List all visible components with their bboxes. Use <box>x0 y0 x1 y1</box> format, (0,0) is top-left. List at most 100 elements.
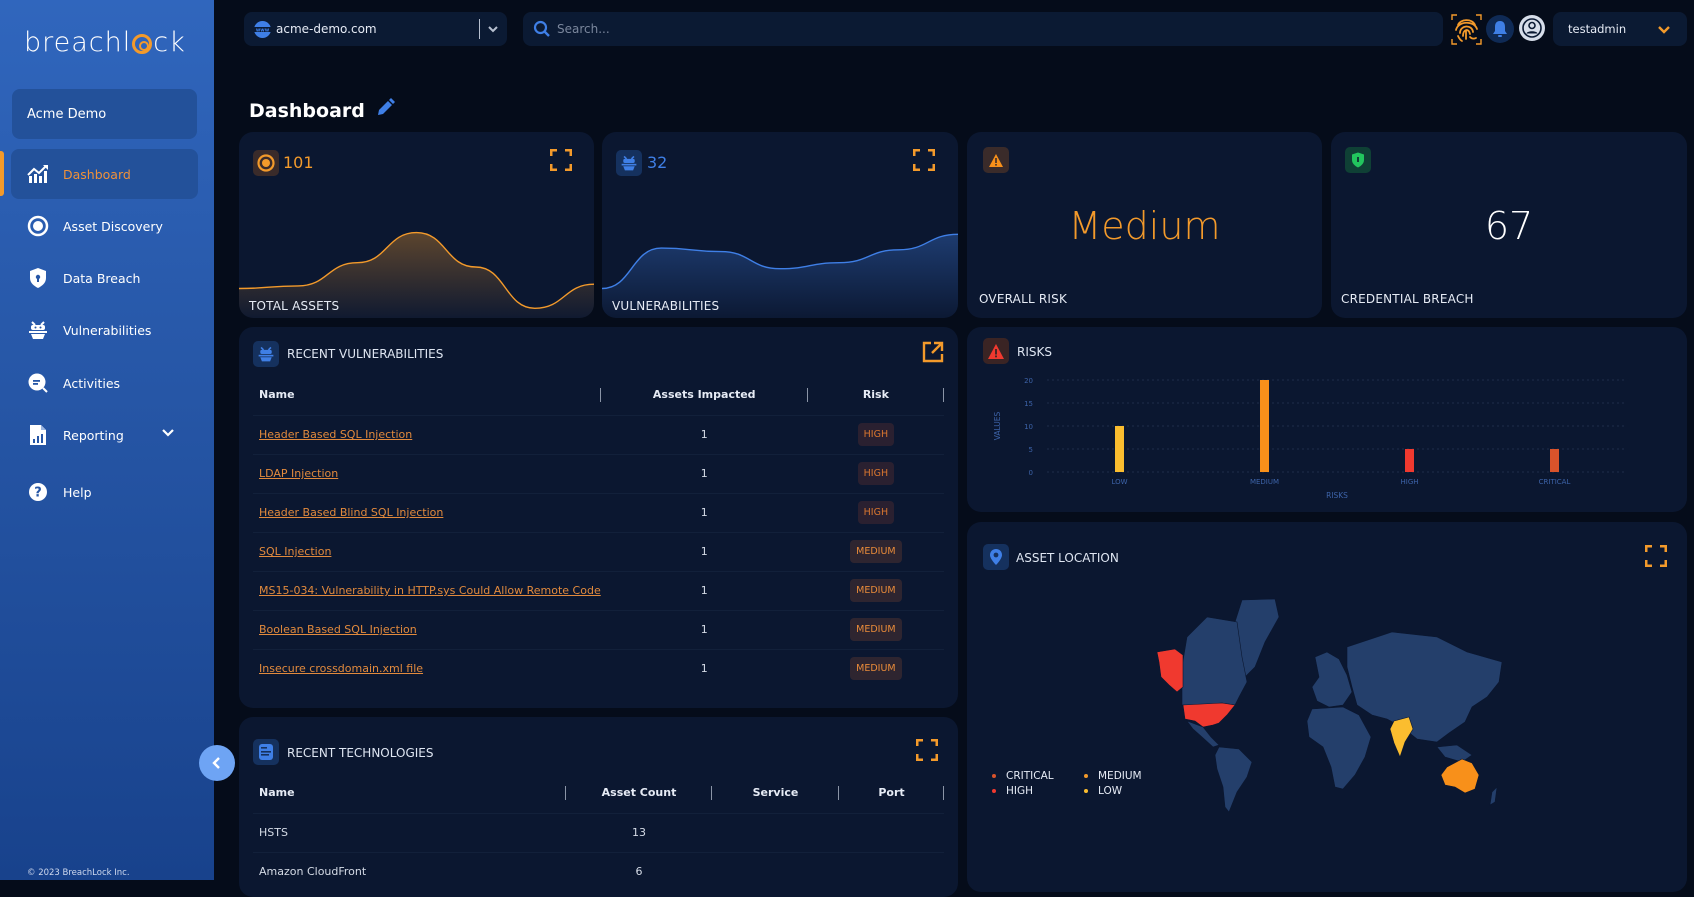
sidebar-item-label: Data Breach <box>63 270 141 286</box>
bug-icon <box>616 150 642 176</box>
column-header[interactable]: Service <box>712 773 839 813</box>
overall-risk-card: Medium OVERALL RISK <box>967 132 1322 318</box>
sidebar-item-data-breach[interactable]: Data Breach <box>11 253 198 303</box>
table-row: LDAP Injection 1 HIGH <box>253 453 944 493</box>
collapse-sidebar-button[interactable] <box>199 745 235 781</box>
x-tick-label: MEDIUM <box>1250 478 1279 486</box>
chevron-down-icon <box>1657 19 1671 43</box>
vulnerability-link[interactable]: MS15-034: Vulnerability in HTTP.sys Coul… <box>259 584 601 597</box>
vulnerability-link[interactable]: SQL Injection <box>259 545 601 558</box>
edit-pencil-icon[interactable] <box>375 98 395 123</box>
total-assets-card[interactable]: 101 TOTAL ASSETS <box>239 132 594 318</box>
vulnerability-name-cell: Header Based Blind SQL Injection <box>253 492 601 532</box>
overall-risk-value: Medium <box>1068 204 1221 248</box>
organization-name: Acme Demo <box>27 106 107 122</box>
vulnerability-link[interactable]: LDAP Injection <box>259 467 601 480</box>
risk-badge: HIGH <box>857 501 895 524</box>
vulnerability-link[interactable]: Boolean Based SQL Injection <box>259 623 601 636</box>
organization-selector[interactable]: Acme Demo <box>12 89 197 139</box>
sidebar-item-label: Reporting <box>63 427 124 443</box>
expand-icon[interactable] <box>915 738 939 762</box>
risk-badge: MEDIUM <box>850 618 902 641</box>
brand-text-end: ck <box>153 26 186 58</box>
sidebar-item-label: Activities <box>63 375 121 391</box>
chevron-down-icon[interactable] <box>161 426 175 441</box>
chevron-down-icon[interactable] <box>487 20 499 41</box>
y-axis-label: VALUES <box>993 411 1002 440</box>
port-cell <box>839 851 944 891</box>
risk-cell: MEDIUM <box>807 570 944 610</box>
column-header[interactable]: Asset Count <box>566 773 712 813</box>
shield-keyhole-icon <box>27 267 49 289</box>
technologies-table: Name Asset Count Service Port HSTS 13 Amaz… <box>253 773 944 891</box>
active-nav-indicator <box>0 151 4 196</box>
credential-breach-card[interactable]: 67 CREDENTIAL BREACH <box>1331 132 1687 318</box>
map-region-alaska <box>1156 648 1184 693</box>
vulnerability-link[interactable]: Header Based SQL Injection <box>259 428 601 441</box>
table-row: HSTS 13 <box>253 812 944 852</box>
brand-logo[interactable]: breachl ck <box>24 24 194 60</box>
open-external-icon[interactable] <box>922 341 944 363</box>
map-region-australia <box>1440 758 1480 794</box>
expand-icon[interactable] <box>549 148 573 172</box>
technology-name-cell: Amazon CloudFront <box>253 851 566 891</box>
credential-breach-label: CREDENTIAL BREACH <box>1341 292 1474 306</box>
sidebar-item-reporting[interactable]: Reporting <box>11 410 198 460</box>
sidebar-item-activities[interactable]: Activities <box>11 358 198 408</box>
column-header[interactable]: Risk <box>808 375 944 415</box>
sidebar-item-asset-discovery[interactable]: Asset Discovery <box>11 201 198 251</box>
sidebar-item-label: Vulnerabilities <box>63 322 152 338</box>
table-row: MS15-034: Vulnerability in HTTP.sys Coul… <box>253 570 944 610</box>
map-region-south-america <box>1214 746 1253 813</box>
column-header[interactable]: Port <box>839 773 944 813</box>
notification-bell-icon[interactable] <box>1486 15 1514 43</box>
table-row: Boolean Based SQL Injection 1 MEDIUM <box>253 609 944 649</box>
vulnerability-link[interactable]: Header Based Blind SQL Injection <box>259 506 601 519</box>
vulnerabilities-card[interactable]: 32 VULNERABILITIES <box>602 132 958 318</box>
x-tick-label: CRITICAL <box>1539 478 1571 486</box>
map-region-europe <box>1311 651 1353 708</box>
column-header[interactable]: Name <box>253 375 601 415</box>
vulnerabilities-label: VULNERABILITIES <box>612 299 720 313</box>
page-title-text: Dashboard <box>249 99 365 122</box>
vulnerabilities-count: 32 <box>647 153 668 172</box>
table-header-row: Name Assets Impacted Risk <box>253 375 944 415</box>
asset-count-cell: 6 <box>566 851 712 891</box>
vulnerability-name-cell: MS15-034: Vulnerability in HTTP.sys Coul… <box>253 570 601 610</box>
sidebar-item-help[interactable]: ? Help <box>11 467 198 517</box>
column-header[interactable]: Assets Impacted <box>601 375 808 415</box>
sidebar-item-vulnerabilities[interactable]: Vulnerabilities <box>11 305 198 355</box>
bar-critical[interactable] <box>1550 449 1559 472</box>
username: testadmin <box>1568 22 1627 36</box>
domain-selector[interactable]: www acme-demo.com <box>244 12 507 46</box>
user-avatar-icon[interactable] <box>1519 15 1545 41</box>
sidebar-item-dashboard[interactable]: Dashboard <box>11 149 198 199</box>
bar-low[interactable] <box>1115 426 1124 472</box>
search-input[interactable] <box>557 22 1407 36</box>
warning-triangle-icon <box>983 147 1009 173</box>
bar-medium[interactable] <box>1260 380 1269 472</box>
user-menu[interactable]: testadmin <box>1553 12 1687 46</box>
fingerprint-scan-icon[interactable] <box>1450 13 1483 46</box>
target-icon <box>253 150 279 176</box>
assets-impacted-cell: 1 <box>600 453 808 493</box>
risk-badge: MEDIUM <box>850 579 902 602</box>
column-header[interactable]: Name <box>253 773 566 813</box>
selected-domain: acme-demo.com <box>276 22 377 36</box>
search-icon <box>533 20 551 38</box>
x-tick-label: LOW <box>1111 478 1127 486</box>
bar-high[interactable] <box>1405 449 1414 472</box>
risk-cell: MEDIUM <box>807 531 944 571</box>
bug-icon <box>253 341 279 367</box>
vulnerability-link[interactable]: Insecure crossdomain.xml file <box>259 662 601 675</box>
legend-item-critical: CRITICAL <box>992 769 1054 784</box>
assets-impacted-cell: 1 <box>600 609 808 649</box>
legend-item-low: LOW <box>1084 784 1122 799</box>
y-tick-label: 5 <box>1029 446 1033 454</box>
map-region-africa <box>1306 706 1372 790</box>
expand-icon[interactable] <box>1644 544 1668 568</box>
expand-icon[interactable] <box>912 148 936 172</box>
search-bar[interactable] <box>523 12 1443 46</box>
world-map[interactable] <box>1147 597 1517 817</box>
brand-text-start: breachl <box>24 26 132 58</box>
